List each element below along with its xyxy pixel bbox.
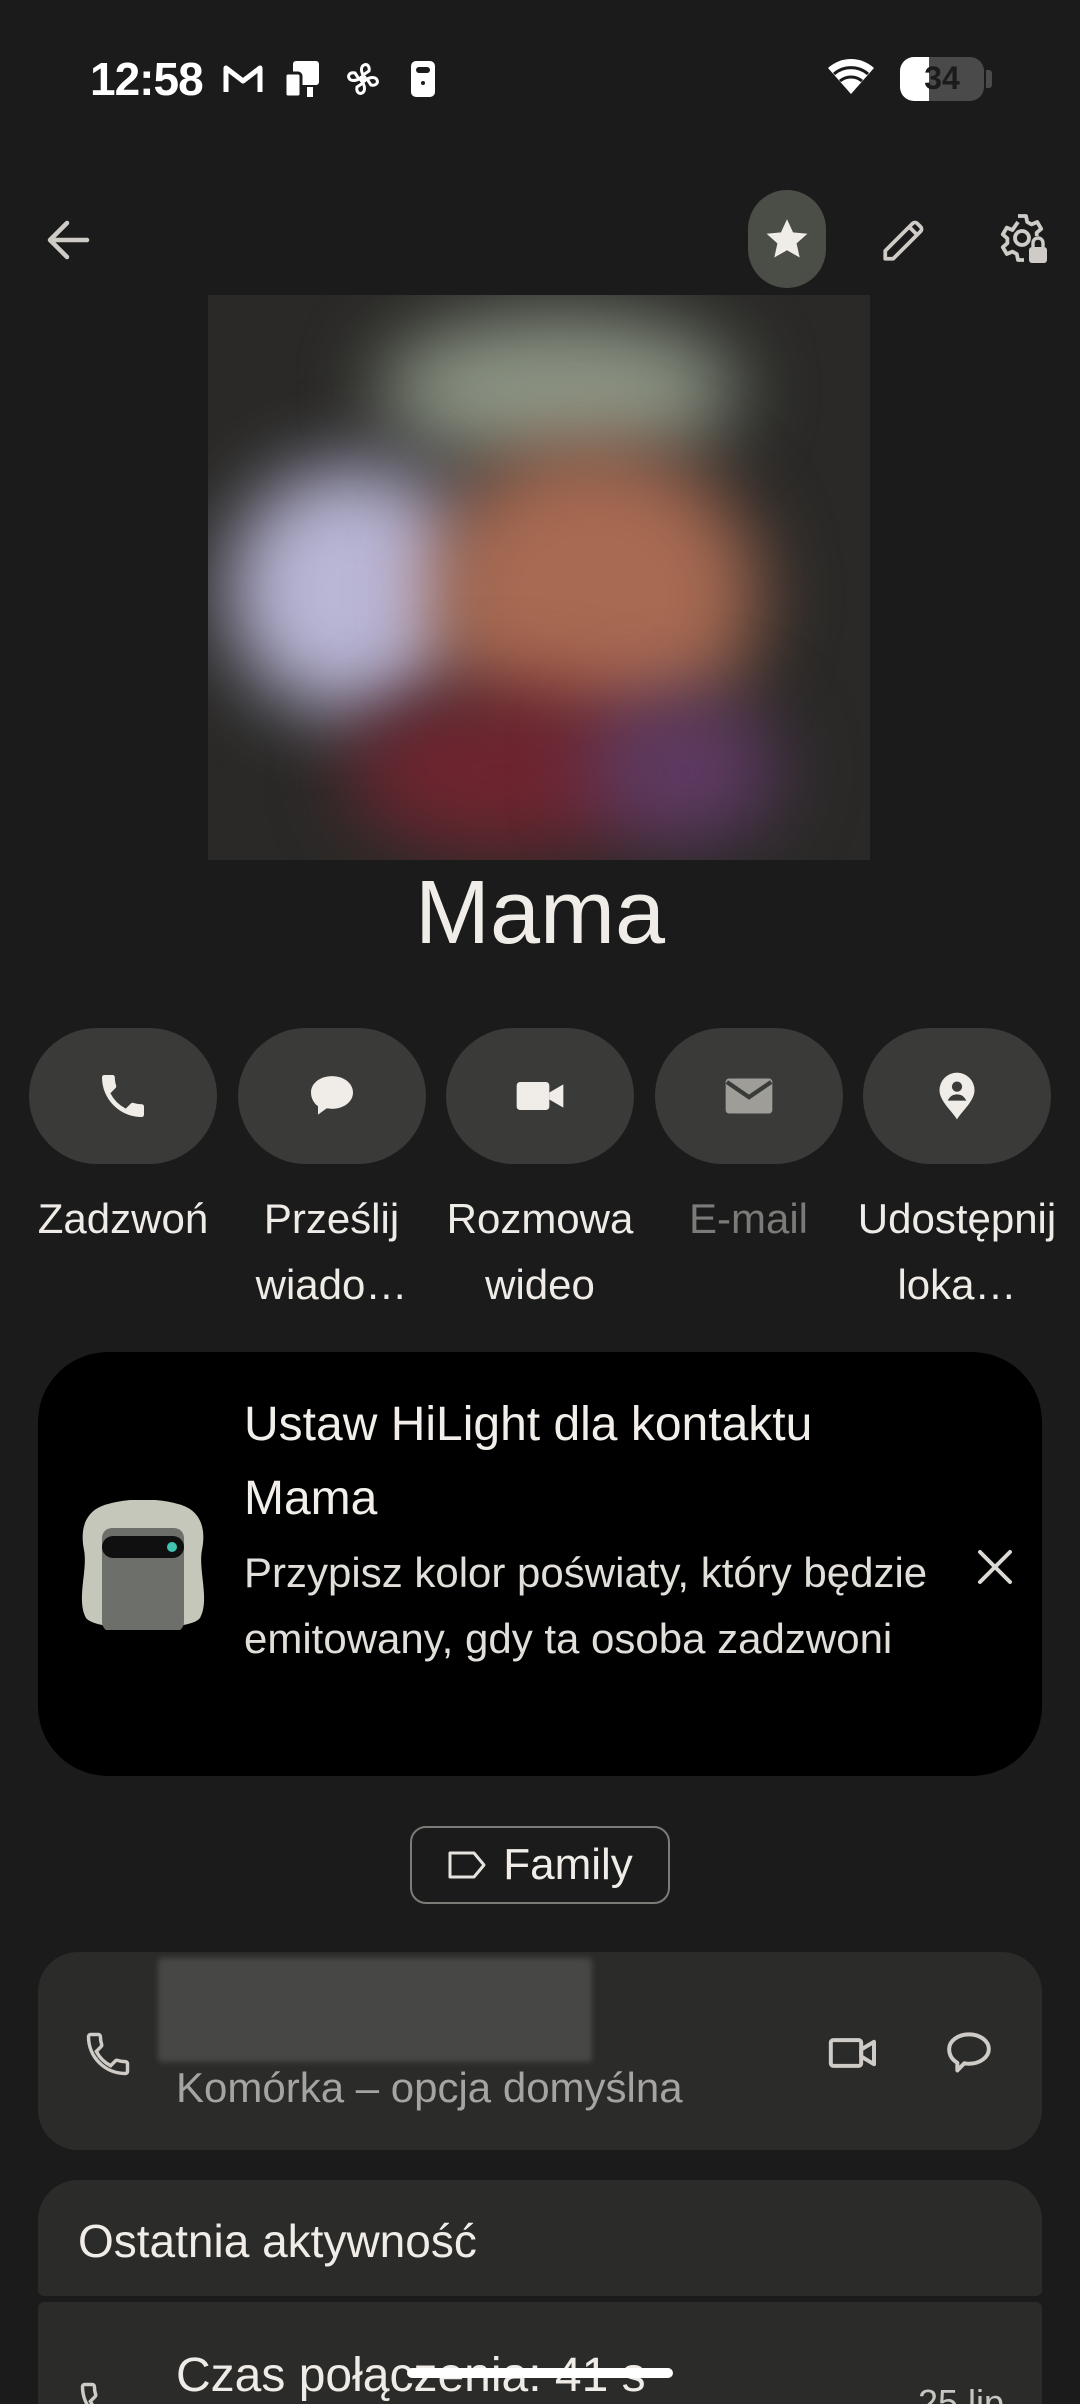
video-label: Rozmowa wideo — [446, 1195, 634, 1308]
label-chip-text: Family — [503, 1840, 633, 1889]
hilight-title: Ustaw HiLight dla kontaktu Mama — [244, 1398, 813, 1525]
video-call-button[interactable] — [446, 1028, 634, 1164]
pixel-phone-icon — [78, 1499, 208, 1632]
pencil-icon — [883, 220, 924, 261]
battery-icon: 34 — [900, 56, 984, 101]
gesture-navigation-bar[interactable] — [407, 2368, 673, 2378]
pixel-device-icon — [402, 58, 444, 100]
call-label: Zadzwoń — [37, 1195, 209, 1242]
email-icon — [725, 1078, 772, 1114]
hilight-description: Przypisz kolor poświaty, który będzie em… — [244, 1549, 928, 1662]
contact-name: Mama — [414, 863, 666, 963]
video-icon — [516, 1082, 564, 1110]
email-label: E-mail — [688, 1195, 808, 1242]
dismiss-hilight-button[interactable] — [960, 1532, 1030, 1602]
email-button — [654, 1028, 843, 1164]
battery-percent: 34 — [924, 60, 960, 96]
settings-lock-icon — [1000, 214, 1047, 263]
label-chip-family[interactable]: Family — [410, 1826, 670, 1904]
close-icon — [978, 1550, 1012, 1584]
share-location-action[interactable]: Udostępnij loka… — [858, 1028, 1056, 1318]
message-label: Prześlij wiado… — [255, 1195, 408, 1308]
video-call-number-button[interactable] — [818, 2018, 888, 2088]
photo-blur-region — [588, 695, 778, 845]
battery-tip — [986, 69, 992, 88]
contact-settings-button[interactable] — [984, 190, 1064, 290]
phone-type-label: Komórka – opcja domyślna — [176, 2064, 683, 2111]
share-location-label: Udostępnij loka… — [857, 1195, 1057, 1308]
status-time: 12:58 — [90, 53, 204, 105]
share-location-button[interactable] — [863, 1028, 1051, 1164]
recent-activity-header: Ostatnia aktywność — [38, 2180, 1042, 2296]
message-number-button[interactable] — [934, 2018, 1004, 2088]
cast-device-icon — [282, 58, 324, 100]
gmail-icon — [222, 58, 264, 100]
edit-button[interactable] — [864, 190, 944, 290]
hilight-suggestion-card[interactable]: Ustaw HiLight dla kontaktu Mama Przypisz… — [38, 1352, 1042, 1776]
back-arrow-icon — [47, 220, 90, 260]
pinwheel-icon — [342, 58, 384, 100]
system-icons: 34 — [826, 56, 992, 101]
star-icon — [766, 219, 808, 258]
location-share-icon — [939, 1072, 975, 1120]
phone-number-redacted — [158, 1958, 592, 2062]
call-action[interactable]: Zadzwoń — [28, 1028, 218, 1318]
label-tag-icon — [448, 1851, 486, 1879]
message-button[interactable] — [237, 1028, 426, 1164]
recent-activity-title: Ostatnia aktywność — [78, 2215, 477, 2267]
notification-icons — [222, 58, 444, 100]
top-app-bar — [0, 180, 1080, 300]
message-icon — [310, 1076, 353, 1115]
status-bar: 12:58 34 — [0, 0, 1080, 160]
wifi-icon — [826, 56, 876, 101]
back-button[interactable] — [28, 190, 108, 290]
video-icon — [828, 2038, 876, 2068]
message-action[interactable]: Prześlij wiado… — [237, 1028, 427, 1318]
call-icon — [76, 2378, 132, 2404]
call-date: 25 lip — [917, 2382, 1004, 2404]
recent-activity-row[interactable]: Czas połączenia: 41 s 25 lip — [38, 2302, 1042, 2404]
favorite-button[interactable] — [748, 190, 826, 288]
message-icon — [947, 2032, 991, 2073]
contact-photo — [208, 295, 870, 860]
photo-blur-region — [378, 315, 738, 465]
quick-actions: Zadzwoń Prześlij wiado… Rozmowa wideo E-… — [28, 1028, 1056, 1318]
call-button[interactable] — [29, 1028, 217, 1164]
email-action: E-mail — [654, 1028, 844, 1318]
phone-icon — [102, 1075, 144, 1117]
phone-icon — [76, 2022, 140, 2086]
video-action[interactable]: Rozmowa wideo — [445, 1028, 635, 1318]
phone-number-entry[interactable]: Komórka – opcja domyślna — [38, 1952, 1042, 2150]
